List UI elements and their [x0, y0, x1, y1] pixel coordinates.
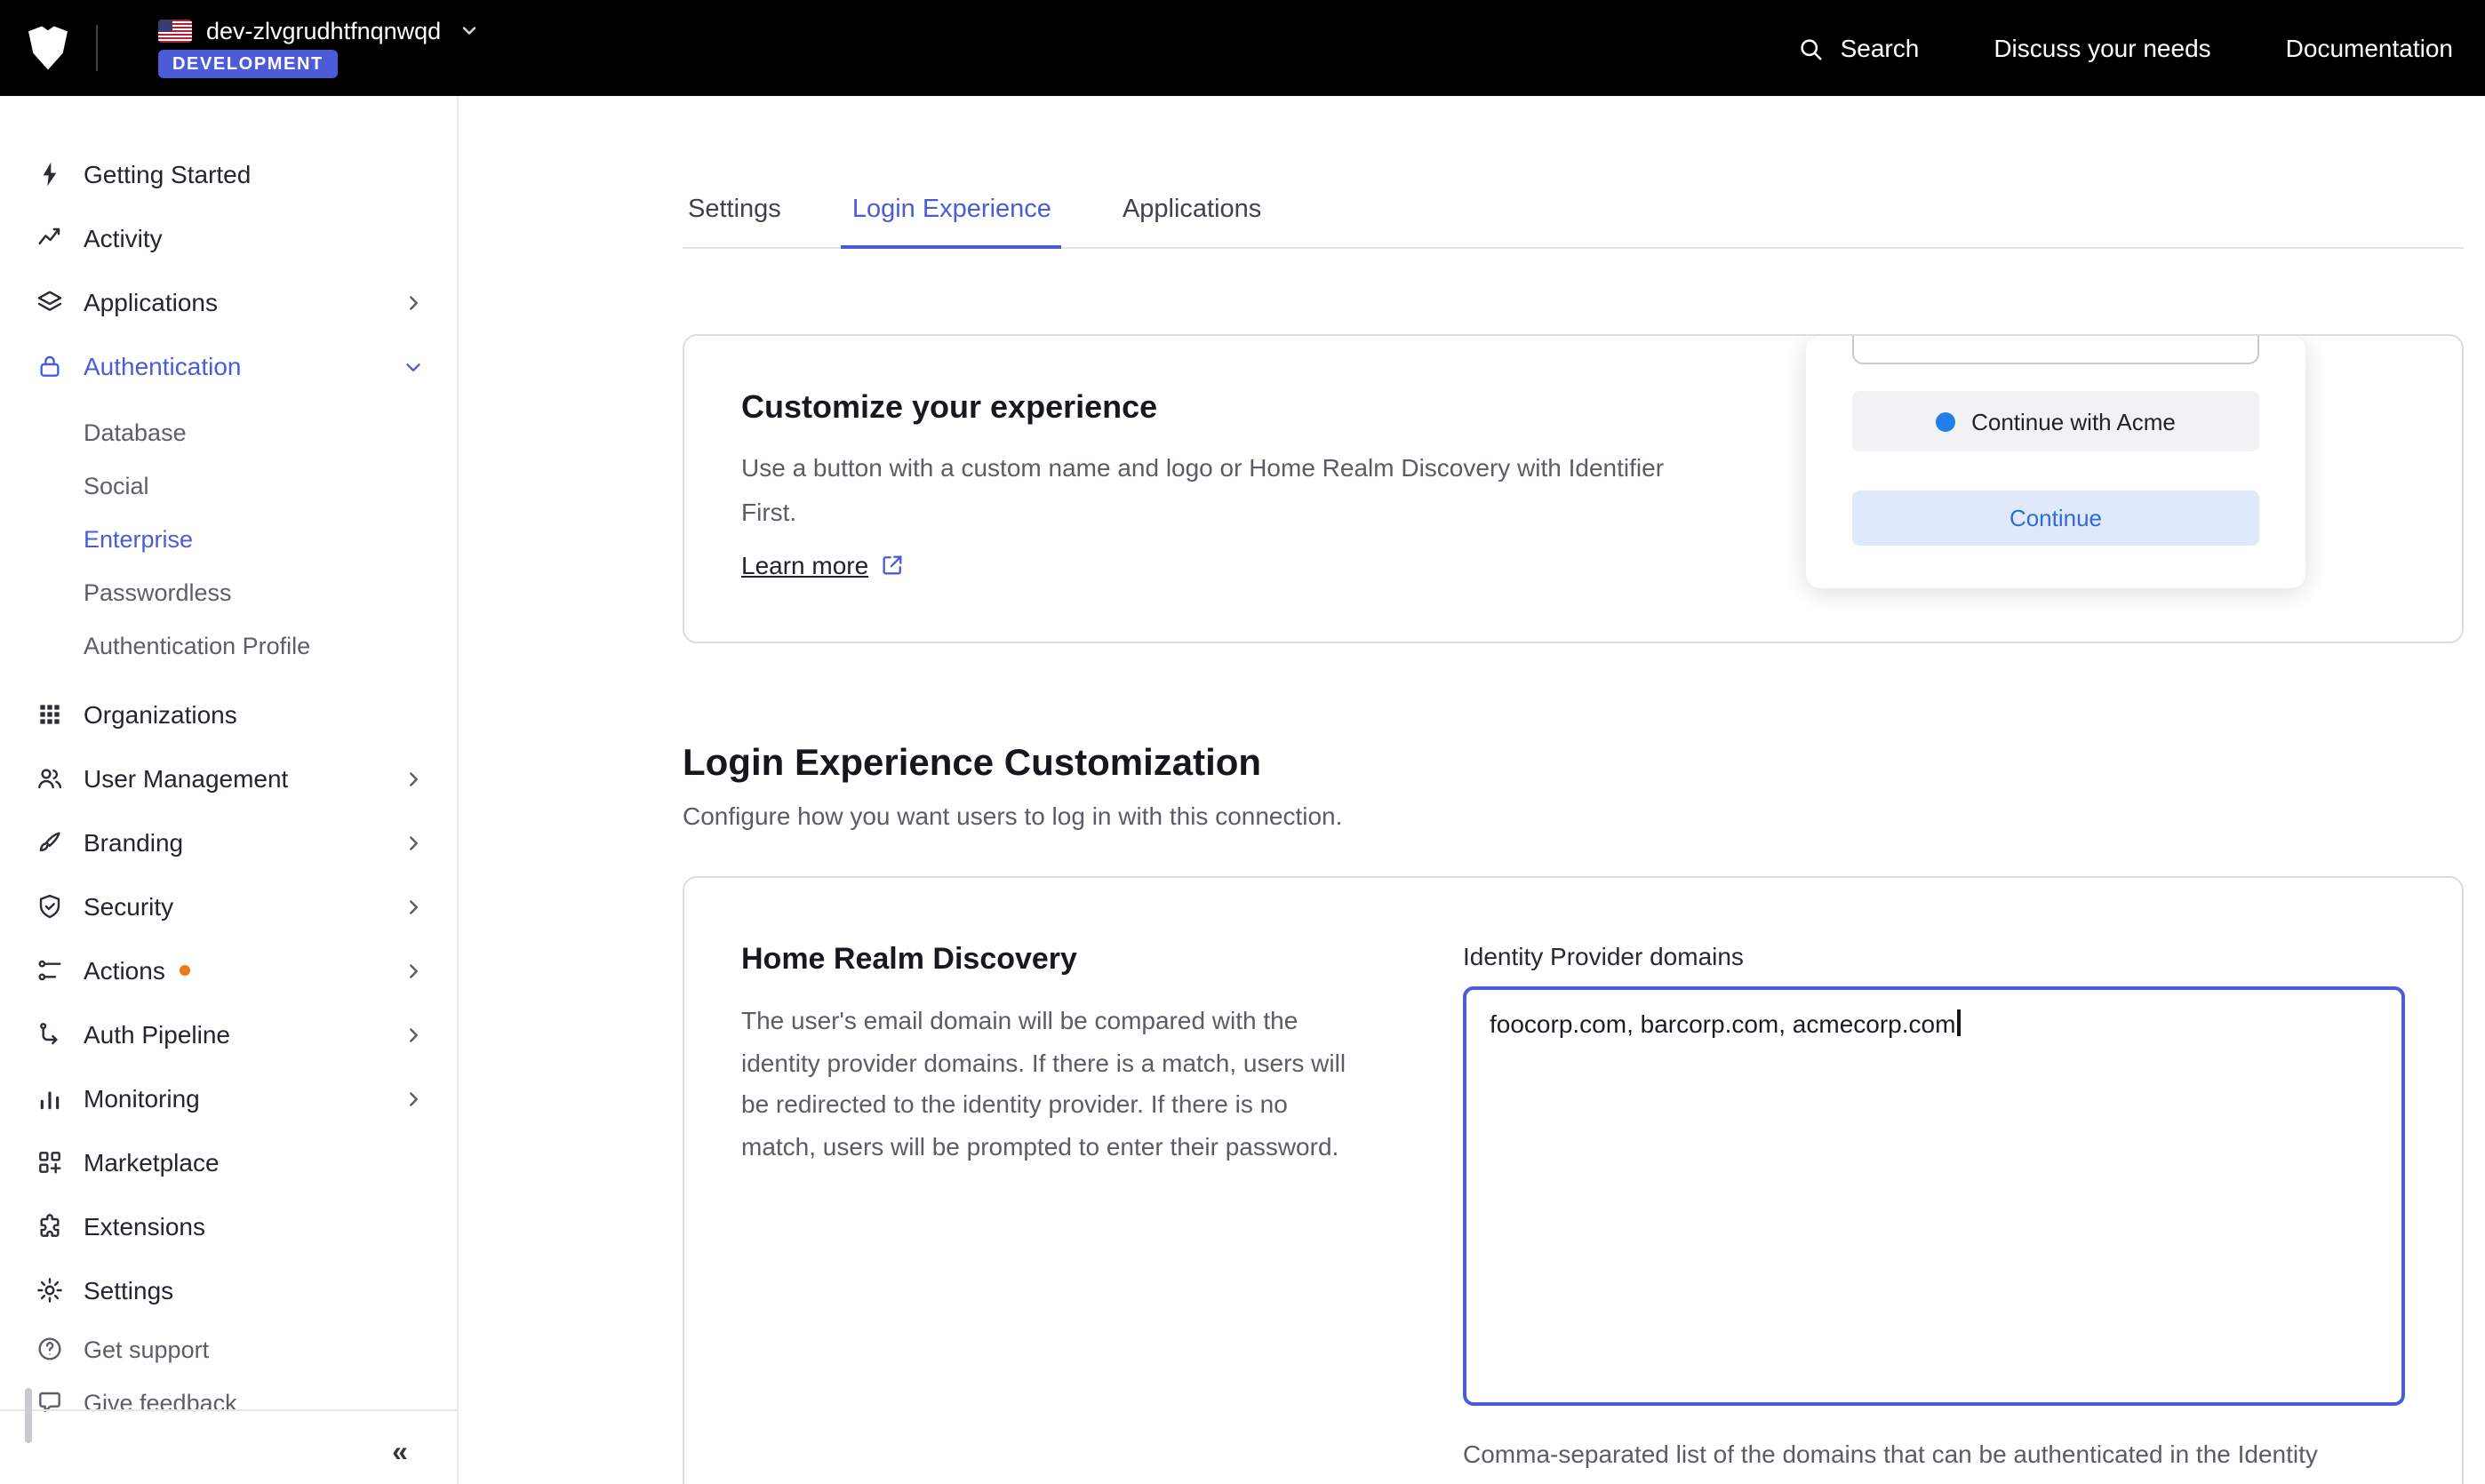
sidebar-item-actions[interactable]: Actions: [0, 938, 457, 1002]
sidebar-item-marketplace[interactable]: Marketplace: [0, 1130, 457, 1194]
topbar-divider: [96, 25, 98, 71]
home-realm-discovery-card: Home Realm Discovery The user's email do…: [683, 876, 2464, 1484]
sidebar-item-database[interactable]: Database: [0, 405, 457, 459]
topbar-actions: Search Discuss your needs Documentation: [1798, 34, 2485, 62]
sidebar-item-auth-pipeline[interactable]: Auth Pipeline: [0, 1002, 457, 1066]
hrd-title: Home Realm Discovery: [741, 942, 1363, 977]
sidebar-item-authentication[interactable]: Authentication: [0, 334, 457, 398]
page-subtitle: Configure how you want users to log in w…: [683, 802, 2464, 830]
sidebar-item-passwordless[interactable]: Passwordless: [0, 565, 457, 618]
page-title: Login Experience Customization: [683, 743, 2464, 786]
gear-icon: [36, 1276, 64, 1304]
preview-identifier-input: [1852, 334, 2259, 364]
sidebar-nav: Getting Started Activity Applications: [0, 96, 457, 1429]
grid-icon: [36, 700, 64, 729]
tab-settings[interactable]: Settings: [683, 195, 787, 247]
external-link-icon: [879, 553, 904, 578]
shield-check-icon: [36, 892, 64, 921]
acme-button-label: Continue with Acme: [1971, 408, 2176, 435]
chevron-down-icon: [402, 355, 425, 378]
documentation-link[interactable]: Documentation: [2286, 34, 2453, 62]
auth0-logo[interactable]: [21, 21, 75, 75]
flows-icon: [36, 956, 64, 985]
scrollbar-thumb[interactable]: [25, 1388, 32, 1443]
discuss-your-needs-link[interactable]: Discuss your needs: [1994, 34, 2210, 62]
tab-bar: Settings Login Experience Applications: [683, 195, 2464, 249]
customize-experience-card: Customize your experience Use a button w…: [683, 334, 2464, 643]
sidebar-footer-divider: [0, 1409, 457, 1411]
sidebar-item-get-support[interactable]: Get support: [0, 1322, 457, 1376]
sidebar-item-security[interactable]: Security: [0, 874, 457, 938]
feedback-bubble-icon: [36, 1388, 64, 1416]
hrd-body: The user's email domain will be compared…: [741, 1001, 1363, 1168]
main-content: Settings Login Experience Applications C…: [459, 96, 2485, 1484]
search-label: Search: [1841, 34, 1920, 62]
chevron-right-icon: [402, 291, 425, 314]
new-feature-dot: [180, 965, 190, 976]
acme-logo-dot: [1936, 411, 1955, 431]
search-icon: [1798, 35, 1825, 61]
bar-chart-icon: [36, 1084, 64, 1113]
chevron-right-icon: [402, 767, 425, 790]
sidebar: Getting Started Activity Applications: [0, 96, 459, 1484]
authentication-submenu: Database Social Enterprise Passwordless …: [0, 398, 457, 682]
layers-icon: [36, 288, 64, 316]
customize-card-body: Use a button with a custom name and logo…: [741, 446, 1719, 535]
sidebar-item-applications[interactable]: Applications: [0, 270, 457, 334]
text-caret: [1957, 1009, 1960, 1036]
tab-applications[interactable]: Applications: [1117, 195, 1266, 247]
chevron-right-icon: [402, 959, 425, 982]
help-circle-icon: [36, 1335, 64, 1363]
sidebar-item-social[interactable]: Social: [0, 459, 457, 512]
continue-button[interactable]: Continue: [1852, 491, 2259, 546]
idp-domains-helper-text: Comma-separated list of the domains that…: [1463, 1434, 2405, 1484]
lock-icon: [36, 352, 64, 380]
learn-more-link[interactable]: Learn more: [741, 551, 904, 579]
idp-domains-value: foocorp.com, barcorp.com, acmecorp.com: [1490, 1009, 1955, 1038]
chevron-down-icon: [459, 20, 480, 42]
documentation-label: Documentation: [2286, 34, 2453, 62]
login-preview-panel: Continue with Acme Continue: [1806, 336, 2305, 588]
tab-login-experience[interactable]: Login Experience: [847, 195, 1057, 247]
sidebar-item-authentication-profile[interactable]: Authentication Profile: [0, 618, 457, 672]
tenant-row: dev-zlvgrudhtfnqnwqd: [158, 18, 480, 44]
continue-with-acme-button[interactable]: Continue with Acme: [1852, 391, 2259, 451]
paintbrush-icon: [36, 828, 64, 857]
sidebar-item-activity[interactable]: Activity: [0, 206, 457, 270]
sidebar-item-give-feedback[interactable]: Give feedback: [0, 1376, 457, 1429]
chevron-right-icon: [402, 895, 425, 918]
chevron-right-icon: [402, 831, 425, 854]
sidebar-item-extensions[interactable]: Extensions: [0, 1194, 457, 1258]
discuss-label: Discuss your needs: [1994, 34, 2210, 62]
idp-domains-label: Identity Provider domains: [1463, 942, 2405, 970]
grid-plus-icon: [36, 1148, 64, 1177]
chevron-right-icon: [402, 1087, 425, 1110]
lightning-icon: [36, 160, 64, 188]
sidebar-item-user-management[interactable]: User Management: [0, 746, 457, 810]
idp-domains-input[interactable]: foocorp.com, barcorp.com, acmecorp.com: [1463, 986, 2405, 1406]
learn-more-label: Learn more: [741, 551, 868, 579]
users-icon: [36, 764, 64, 793]
tenant-name: dev-zlvgrudhtfnqnwqd: [206, 18, 441, 44]
environment-badge: DEVELOPMENT: [158, 50, 338, 79]
sidebar-item-enterprise[interactable]: Enterprise: [0, 512, 457, 565]
sidebar-item-organizations[interactable]: Organizations: [0, 682, 457, 746]
pipeline-icon: [36, 1020, 64, 1049]
sidebar-item-branding[interactable]: Branding: [0, 810, 457, 874]
app-root: dev-zlvgrudhtfnqnwqd DEVELOPMENT Search …: [0, 0, 2485, 1484]
hrd-description-column: Home Realm Discovery The user's email do…: [741, 942, 1363, 1484]
puzzle-icon: [36, 1212, 64, 1241]
sidebar-item-settings[interactable]: Settings: [0, 1258, 457, 1322]
activity-chart-icon: [36, 224, 64, 252]
sidebar-item-getting-started[interactable]: Getting Started: [0, 142, 457, 206]
search-button[interactable]: Search: [1798, 34, 1920, 62]
topbar: dev-zlvgrudhtfnqnwqd DEVELOPMENT Search …: [0, 0, 2485, 96]
sidebar-item-monitoring[interactable]: Monitoring: [0, 1066, 457, 1130]
collapse-sidebar-button[interactable]: «: [379, 1434, 421, 1473]
chevron-right-icon: [402, 1023, 425, 1046]
us-flag-icon: [158, 20, 192, 43]
tenant-switcher[interactable]: dev-zlvgrudhtfnqnwqd DEVELOPMENT: [158, 18, 480, 79]
hrd-form-column: Identity Provider domains foocorp.com, b…: [1463, 942, 2405, 1484]
